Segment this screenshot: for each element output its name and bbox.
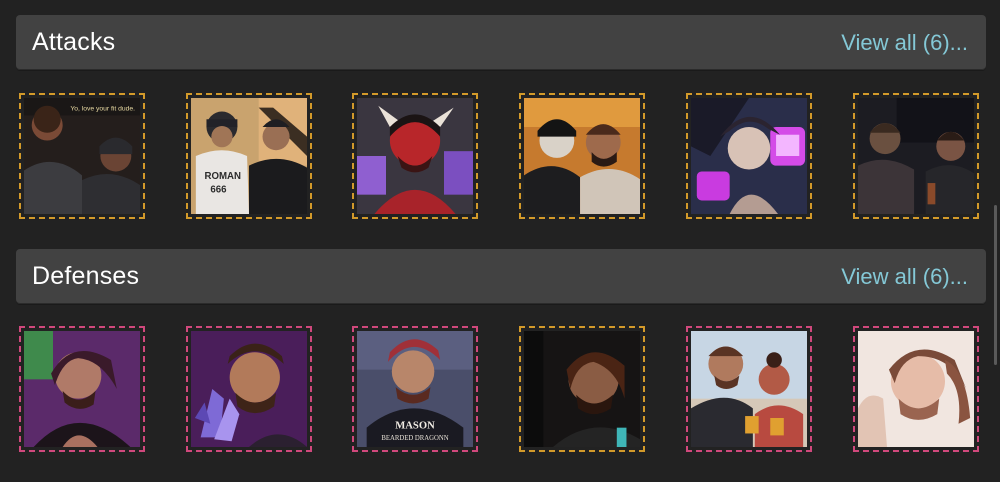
attacks-section-header: Attacks View all (6)... <box>16 15 986 70</box>
hooded-duo-artwork-icon: ROMAN 666 <box>191 98 307 214</box>
attack-thumbnail-2[interactable]: ROMAN 666 <box>186 93 312 219</box>
dark-portrait-artwork-icon <box>524 331 640 447</box>
attacks-gallery: Yo, love your fit dude. ROMAN 666 <box>0 93 1000 223</box>
defense-thumbnail-2[interactable] <box>186 326 312 452</box>
sketch-portrait-artwork-icon <box>858 331 974 447</box>
defenses-section-title: Defenses <box>32 262 140 290</box>
comic-scene-artwork-icon <box>858 98 974 214</box>
crystal-portrait-artwork-icon <box>191 331 307 447</box>
defenses-gallery: MASON BEARDED DRAGONN <box>0 326 1000 456</box>
attack-thumbnail-1[interactable]: Yo, love your fit dude. <box>19 93 145 219</box>
duo-drinks-artwork-icon <box>691 331 807 447</box>
demon-portrait-artwork-icon <box>357 98 473 214</box>
attack-thumbnail-4[interactable] <box>519 93 645 219</box>
comic-caption-text: Yo, love your fit dude. <box>70 106 135 113</box>
defense-thumbnail-3[interactable]: MASON BEARDED DRAGONN <box>352 326 478 452</box>
purple-portrait-artwork-icon <box>24 331 140 447</box>
defense-thumbnail-6[interactable] <box>853 326 979 452</box>
defenses-section-header: Defenses View all (6)... <box>16 249 986 304</box>
mason-subtitle-text: BEARDED DRAGONN <box>381 435 448 442</box>
attacks-section-title: Attacks <box>32 28 116 56</box>
scrollbar[interactable] <box>994 205 997 365</box>
defense-thumbnail-4[interactable] <box>519 326 645 452</box>
duo-selfie-artwork-icon <box>524 98 640 214</box>
defenses-view-all-link[interactable]: View all (6)... <box>841 264 968 290</box>
attack-thumbnail-6[interactable] <box>853 93 979 219</box>
attacks-view-all-link[interactable]: View all (6)... <box>841 30 968 56</box>
jersey-text: ROMAN <box>205 171 242 182</box>
attack-thumbnail-3[interactable] <box>352 93 478 219</box>
defense-thumbnail-1[interactable] <box>19 326 145 452</box>
defense-thumbnail-5[interactable] <box>686 326 812 452</box>
neon-character-artwork-icon <box>691 98 807 214</box>
attack-thumbnail-5[interactable] <box>686 93 812 219</box>
mason-portrait-artwork-icon: MASON BEARDED DRAGONN <box>357 331 473 447</box>
comic-dialogue-artwork-icon: Yo, love your fit dude. <box>24 98 140 214</box>
jersey-number-text: 666 <box>210 185 227 196</box>
mason-title-text: MASON <box>395 421 435 432</box>
